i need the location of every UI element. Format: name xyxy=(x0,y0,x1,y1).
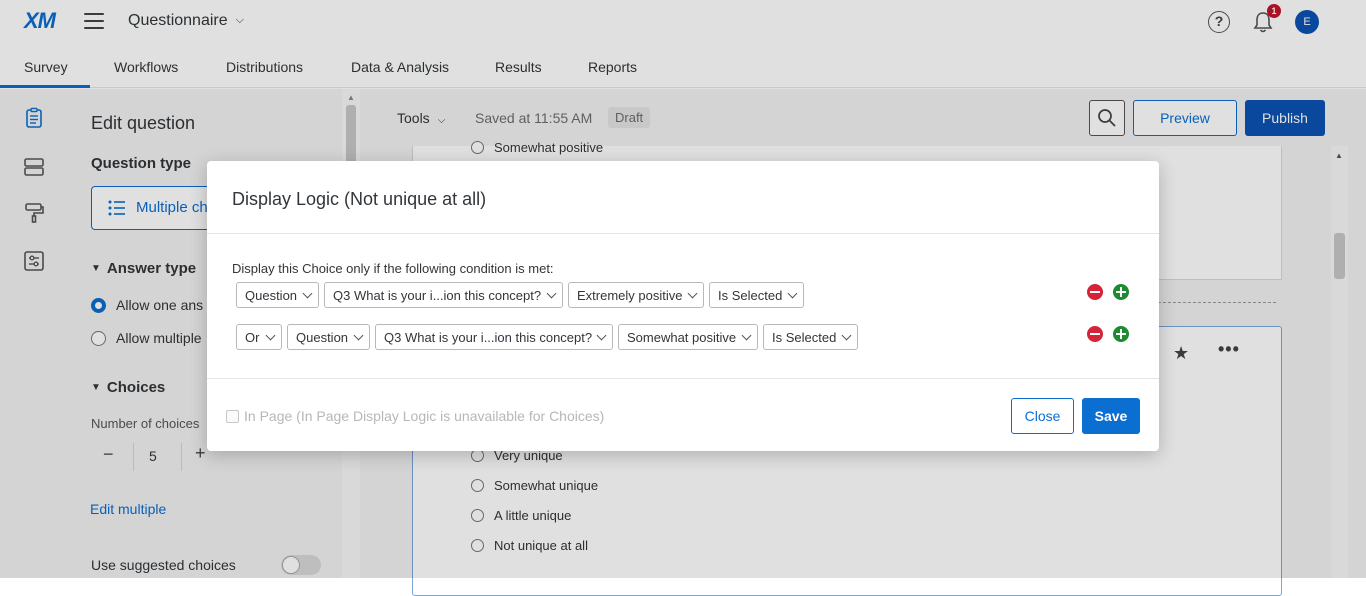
in-page-option: In Page (In Page Display Logic is unavai… xyxy=(226,408,604,424)
dropdown-value: Somewhat positive xyxy=(627,330,737,345)
chevron-down-icon xyxy=(741,330,752,341)
condition-operator-dropdown[interactable]: Is Selected xyxy=(709,282,804,308)
display-logic-dialog: Display Logic (Not unique at all) Displa… xyxy=(207,161,1159,451)
condition-question-dropdown[interactable]: Q3 What is your i...ion this concept? xyxy=(375,324,613,350)
divider xyxy=(207,378,1159,379)
chevron-down-icon xyxy=(596,330,607,341)
add-condition-icon[interactable] xyxy=(1113,326,1129,342)
condition-type-dropdown[interactable]: Question xyxy=(236,282,319,308)
dropdown-value: Q3 What is your i...ion this concept? xyxy=(333,288,542,303)
chevron-down-icon xyxy=(787,288,798,299)
condition-type-dropdown[interactable]: Question xyxy=(287,324,370,350)
condition-operator-dropdown[interactable]: Is Selected xyxy=(763,324,858,350)
in-page-checkbox xyxy=(226,410,239,423)
chevron-down-icon xyxy=(265,330,276,341)
in-page-label: In Page (In Page Display Logic is unavai… xyxy=(244,408,605,424)
close-button[interactable]: Close xyxy=(1011,398,1074,434)
conjunction-dropdown[interactable]: Or xyxy=(236,324,282,350)
save-button[interactable]: Save xyxy=(1082,398,1140,434)
condition-question-dropdown[interactable]: Q3 What is your i...ion this concept? xyxy=(324,282,563,308)
dropdown-value: Question xyxy=(245,288,298,303)
dialog-title: Display Logic (Not unique at all) xyxy=(232,189,487,209)
dropdown-value: Question xyxy=(296,330,349,345)
chevron-down-icon xyxy=(302,288,313,299)
chevron-down-icon xyxy=(546,288,557,299)
divider xyxy=(207,233,1159,234)
remove-condition-icon[interactable] xyxy=(1087,326,1103,342)
dropdown-value: Q3 What is your i...ion this concept? xyxy=(384,330,593,345)
dropdown-value: Is Selected xyxy=(772,330,837,345)
dropdown-value: Is Selected xyxy=(718,288,783,303)
chevron-down-icon xyxy=(353,330,364,341)
dropdown-value: Extremely positive xyxy=(577,288,683,303)
condition-choice-dropdown[interactable]: Extremely positive xyxy=(568,282,704,308)
chevron-down-icon xyxy=(841,330,852,341)
chevron-down-icon xyxy=(687,288,698,299)
dropdown-value: Or xyxy=(245,330,260,345)
condition-label: Display this Choice only if the followin… xyxy=(232,261,554,276)
add-condition-icon[interactable] xyxy=(1113,284,1129,300)
remove-condition-icon[interactable] xyxy=(1087,284,1103,300)
condition-choice-dropdown[interactable]: Somewhat positive xyxy=(618,324,758,350)
